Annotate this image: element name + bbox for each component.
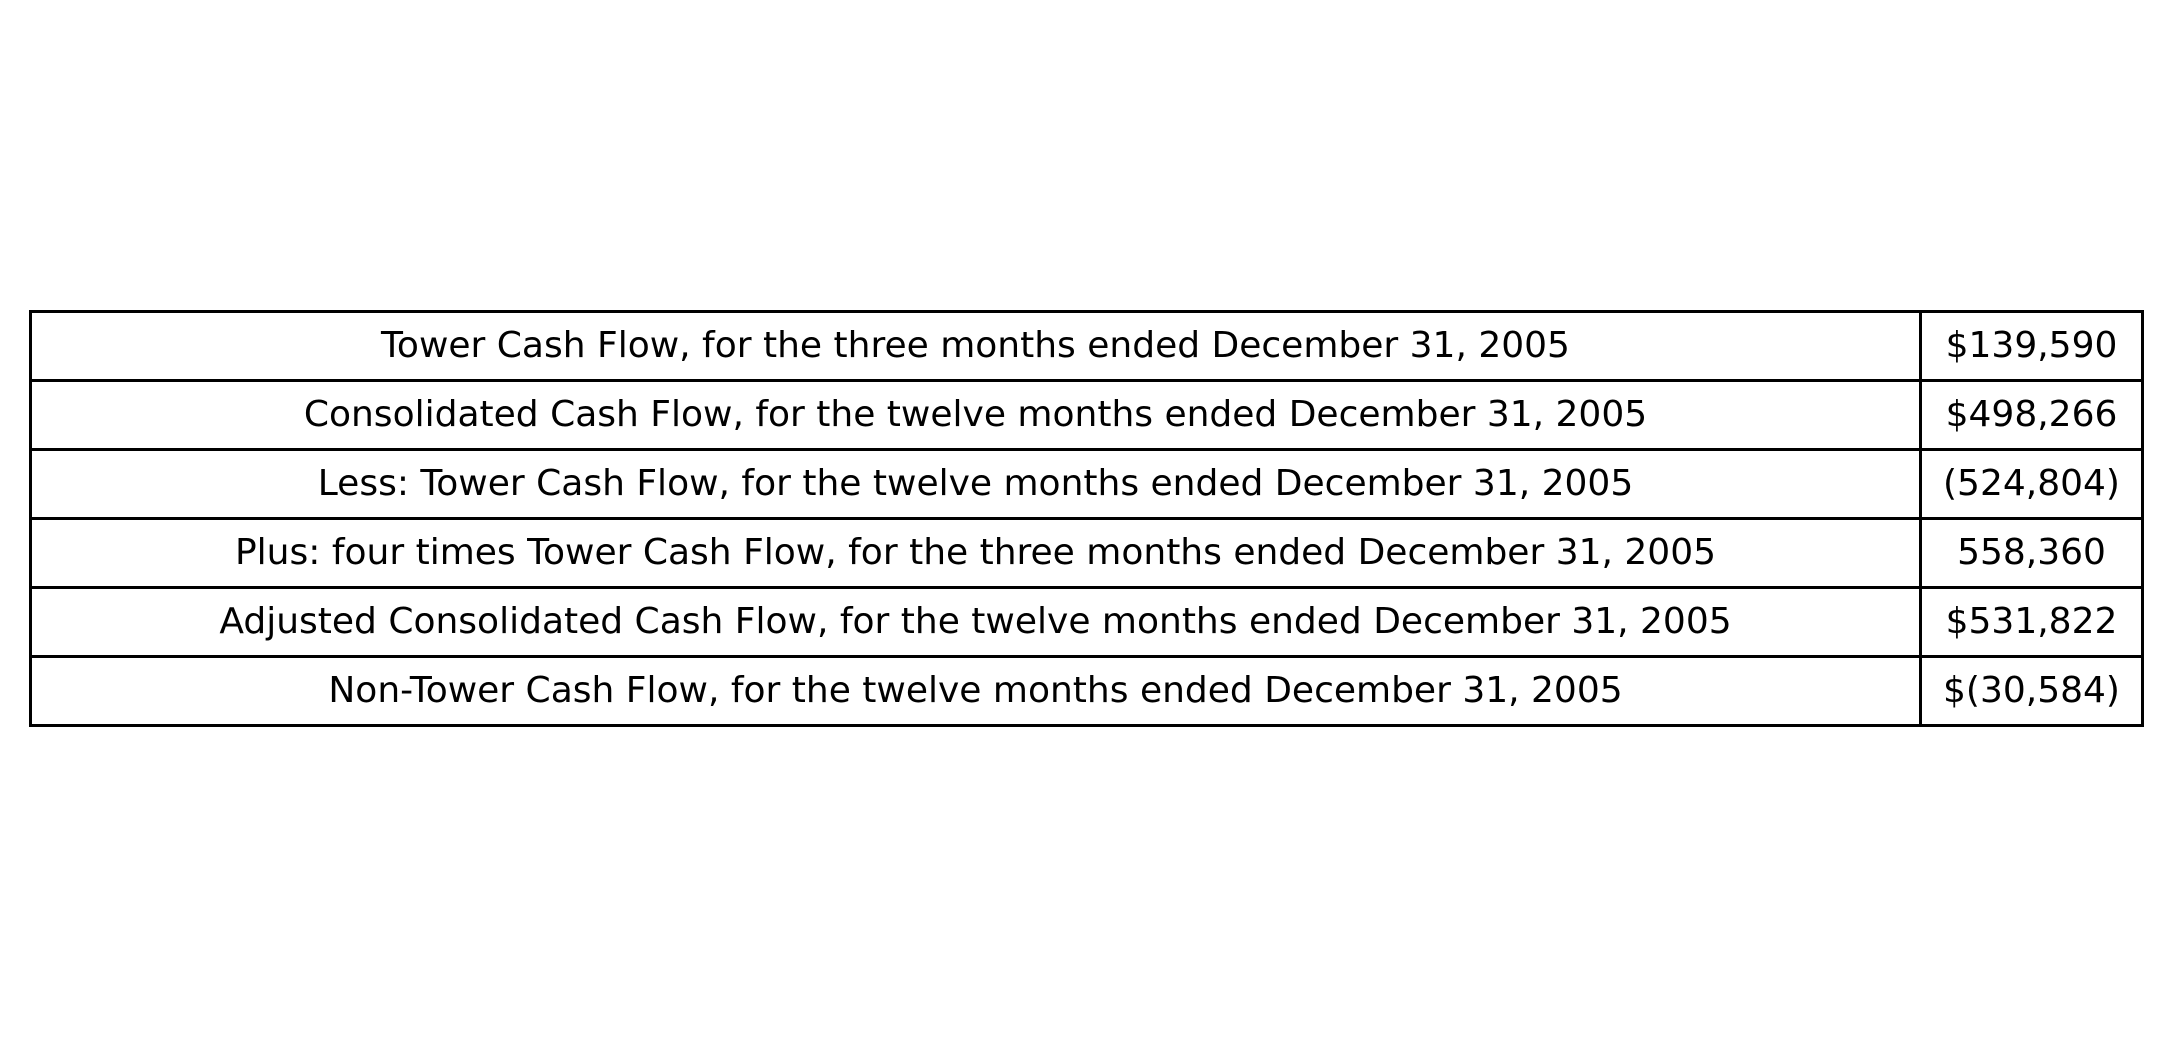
row-label-cell: Consolidated Cash Flow, for the twelve m… <box>29 379 1922 451</box>
cash-flow-table-container: Tower Cash Flow, for the three months en… <box>29 310 2144 727</box>
table-row: Tower Cash Flow, for the three months en… <box>29 310 2144 382</box>
row-label-cell: Non-Tower Cash Flow, for the twelve mont… <box>29 655 1922 727</box>
table-row: Consolidated Cash Flow, for the twelve m… <box>29 379 2144 451</box>
row-value-cell: $498,266 <box>1919 379 2144 451</box>
row-value-cell: 558,360 <box>1919 517 2144 589</box>
row-label-cell: Tower Cash Flow, for the three months en… <box>29 310 1922 382</box>
cash-flow-table: Tower Cash Flow, for the three months en… <box>29 310 2144 727</box>
row-value-cell: (524,804) <box>1919 448 2144 520</box>
table-row: Plus: four times Tower Cash Flow, for th… <box>29 517 2144 589</box>
row-value-cell: $139,590 <box>1919 310 2144 382</box>
table-row: Adjusted Consolidated Cash Flow, for the… <box>29 586 2144 658</box>
row-value-cell: $531,822 <box>1919 586 2144 658</box>
table-row: Less: Tower Cash Flow, for the twelve mo… <box>29 448 2144 520</box>
row-label-cell: Less: Tower Cash Flow, for the twelve mo… <box>29 448 1922 520</box>
row-value-cell: $(30,584) <box>1919 655 2144 727</box>
row-label-cell: Adjusted Consolidated Cash Flow, for the… <box>29 586 1922 658</box>
row-label-cell: Plus: four times Tower Cash Flow, for th… <box>29 517 1922 589</box>
table-row: Non-Tower Cash Flow, for the twelve mont… <box>29 655 2144 727</box>
